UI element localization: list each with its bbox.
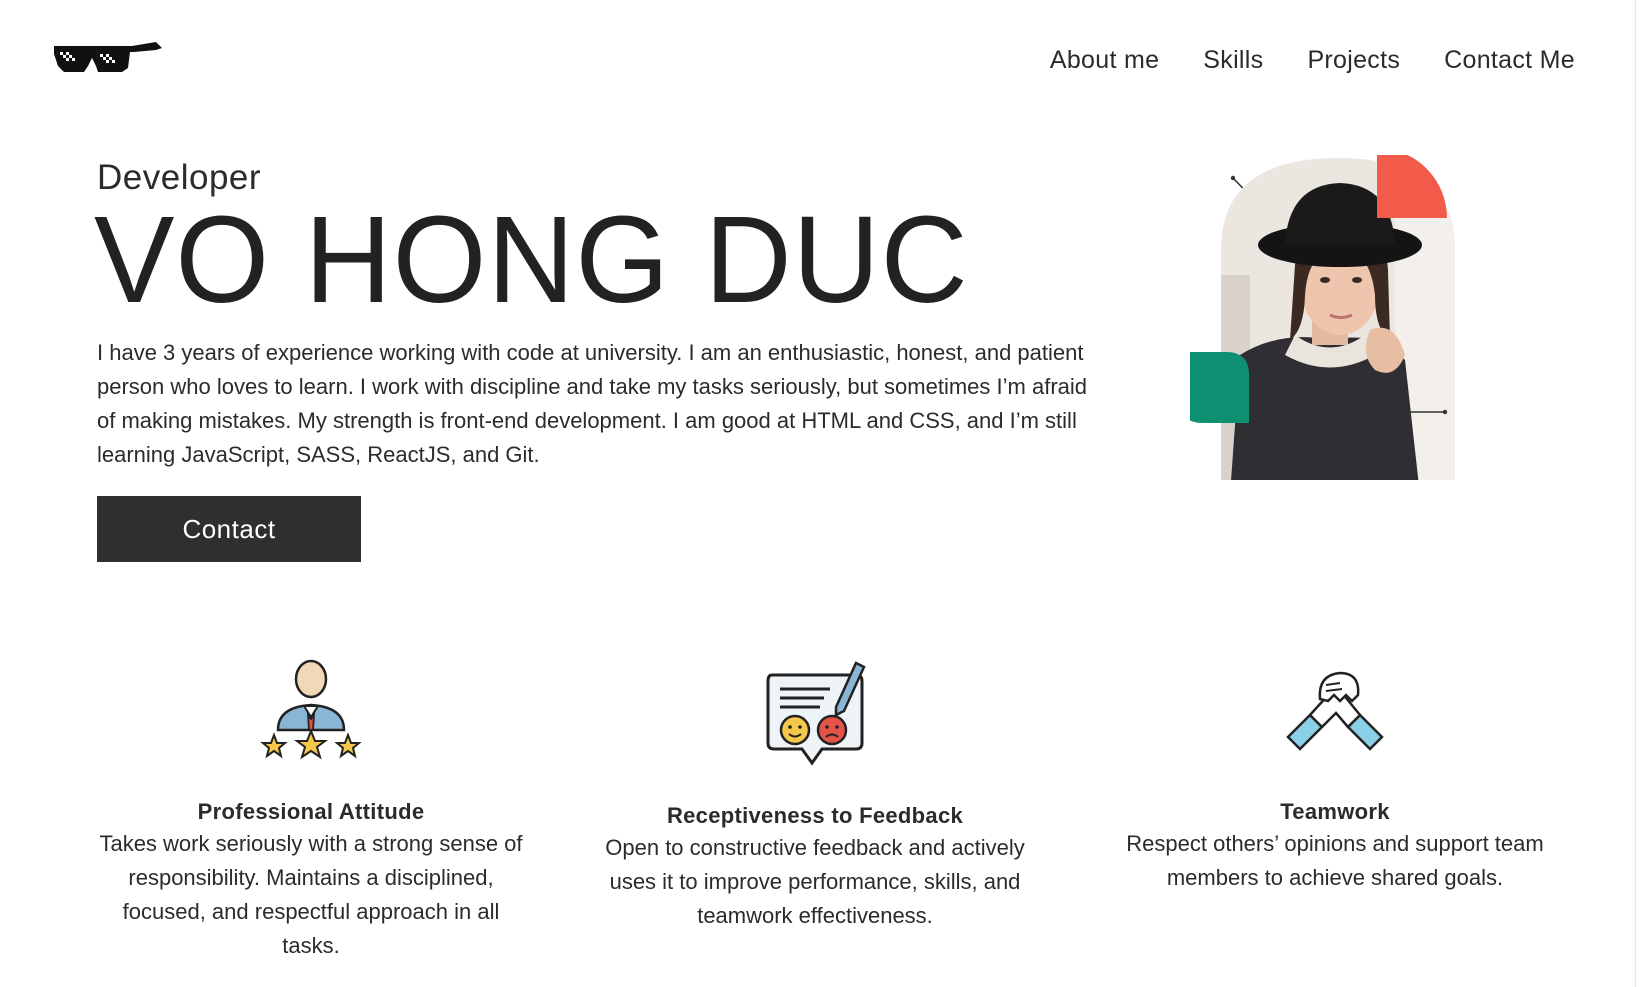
feature-title: Receptiveness to Feedback	[666, 803, 964, 828]
feature-card: Teamwork Respect others’ opinions and su…	[1110, 655, 1560, 895]
professional-person-icon	[260, 659, 362, 760]
portrait-image	[1190, 155, 1455, 480]
scrollbar[interactable]	[1635, 0, 1651, 987]
nav-projects[interactable]: Projects	[1307, 46, 1400, 75]
feature-text: Open to constructive feedback and active…	[605, 835, 1025, 928]
contact-button[interactable]: Contact	[97, 496, 361, 562]
feature-text: Respect others’ opinions and support tea…	[1126, 831, 1544, 890]
hero-name: VO HONG DUC	[94, 192, 969, 329]
nav-contact-me[interactable]: Contact Me	[1444, 46, 1575, 75]
nav-skills[interactable]: Skills	[1203, 46, 1263, 75]
sunglasses-logo-icon[interactable]	[52, 38, 162, 88]
feature-text: Takes work seriously with a strong sense…	[99, 831, 523, 958]
green-accent-shape	[1190, 352, 1249, 423]
feature-title: Professional Attitude	[197, 799, 425, 824]
handshake-icon	[1286, 671, 1384, 751]
feature-card: Professional Attitude Takes work serious…	[96, 655, 526, 963]
feature-card: Receptiveness to Feedback Open to constr…	[600, 655, 1030, 933]
feature-title: Teamwork	[1280, 799, 1390, 824]
red-accent-shape	[1377, 155, 1447, 218]
hero-bio: I have 3 years of experience working wit…	[97, 340, 1087, 467]
nav-about-me[interactable]: About me	[1050, 46, 1159, 75]
feedback-icon	[766, 661, 866, 766]
main-nav: About me Skills Projects Contact Me	[1006, 46, 1575, 75]
